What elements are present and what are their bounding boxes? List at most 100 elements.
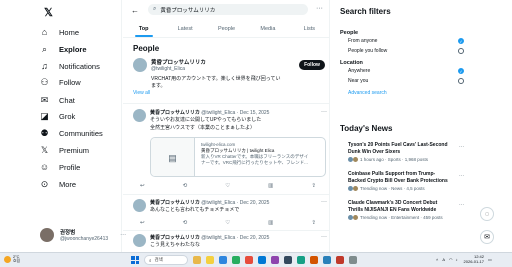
taskbar-app-icon[interactable] bbox=[323, 256, 331, 264]
bell-icon: ♫ bbox=[41, 61, 48, 71]
search-input[interactable]: ⌕ 黄昏プロッサムリリカ bbox=[148, 4, 308, 15]
taskbar-app-icon[interactable] bbox=[349, 256, 357, 264]
post-author[interactable]: 黄昏プロッサムリリカ bbox=[150, 110, 200, 116]
speaker-icon[interactable]: ♪ bbox=[456, 257, 458, 262]
filter-anywhere[interactable]: Anywhere ✓ bbox=[340, 66, 468, 76]
share-icon[interactable]: ⇪ bbox=[311, 183, 316, 189]
nav-explore[interactable]: ⌕ Explore bbox=[39, 42, 87, 56]
tab-lists[interactable]: Lists bbox=[289, 22, 329, 37]
post-handle-date: @twilight_Elica · Dec 15, 2025 bbox=[201, 110, 270, 116]
nav-notifications[interactable]: ♫ Notifications bbox=[39, 59, 100, 73]
repost-icon[interactable]: ⟲ bbox=[183, 220, 188, 226]
tab-media[interactable]: Media bbox=[247, 22, 288, 37]
tab-latest[interactable]: Latest bbox=[164, 22, 205, 37]
tab-people[interactable]: People bbox=[206, 22, 247, 37]
grok-icon[interactable]: ◌ bbox=[480, 207, 494, 221]
share-icon[interactable]: ⇪ bbox=[311, 220, 316, 226]
reply-icon[interactable]: ↩ bbox=[140, 220, 145, 226]
taskbar-app-icon[interactable] bbox=[310, 256, 318, 264]
radio-unchecked-icon[interactable] bbox=[458, 78, 464, 84]
weather-widget[interactable]: 2°C 흐림 bbox=[4, 255, 20, 263]
notification-icon[interactable]: ▭ bbox=[488, 257, 492, 262]
nav-communities[interactable]: ⚉ Communities bbox=[39, 126, 103, 140]
language-indicator[interactable]: A bbox=[442, 257, 445, 262]
search-filters: Search filters People From anyone ✓ Peop… bbox=[340, 7, 468, 96]
reply-icon[interactable]: ↩ bbox=[140, 183, 145, 189]
news-meta: 1 hours ago · Sports · 1,968 posts bbox=[360, 157, 429, 162]
taskbar-app-icon[interactable] bbox=[219, 256, 227, 264]
messages-icon[interactable]: ✉ bbox=[480, 230, 494, 244]
nav-grok[interactable]: ◪ Grok bbox=[39, 109, 75, 123]
link-card[interactable]: ▤ twilight-elica.com 黄昏プロッサムリリカ | twilig… bbox=[150, 137, 326, 177]
more-horizontal-icon[interactable]: ··· bbox=[316, 5, 323, 12]
search-filters-title: Search filters bbox=[340, 7, 391, 16]
view-all-link[interactable]: View all bbox=[133, 90, 150, 96]
nav-chat[interactable]: ✉ Chat bbox=[39, 93, 75, 107]
profile-icon: ☺ bbox=[39, 162, 50, 172]
more-horizontal-icon[interactable]: ··· bbox=[321, 199, 327, 205]
more-horizontal-icon[interactable]: ··· bbox=[459, 173, 464, 179]
filter-people-you-follow[interactable]: People you follow bbox=[340, 46, 468, 56]
account-name: 권정범 bbox=[60, 230, 76, 236]
radio-unchecked-icon[interactable] bbox=[458, 48, 464, 54]
views-icon[interactable]: ▥ bbox=[268, 183, 273, 189]
taskbar-app-icon[interactable] bbox=[206, 256, 214, 264]
nav-communities-label: Communities bbox=[59, 128, 103, 138]
nav-profile-label: Profile bbox=[59, 162, 81, 172]
clock[interactable]: 12:42 2026-01-17 bbox=[464, 254, 484, 264]
radio-checked-icon[interactable]: ✓ bbox=[458, 38, 464, 44]
taskbar-app-icon[interactable] bbox=[258, 256, 266, 264]
windows-start-icon[interactable] bbox=[131, 256, 139, 264]
people-heading: People bbox=[133, 44, 160, 53]
nav-profile[interactable]: ☺ Profile bbox=[39, 160, 80, 174]
nav-home[interactable]: ⌂ Home bbox=[39, 25, 79, 39]
nav-notifications-label: Notifications bbox=[59, 61, 100, 71]
filter-near-you[interactable]: Near you bbox=[340, 76, 468, 86]
post-author[interactable]: 黄昏プロッサムリリカ bbox=[150, 235, 200, 241]
left-navigation: 𝕏 ⌂ Home ⌕ Explore ♫ Notifications ⚇ Fol… bbox=[0, 0, 126, 252]
post-author[interactable]: 黄昏プロッサムリリカ bbox=[150, 200, 200, 206]
taskbar-app-icon[interactable] bbox=[193, 256, 201, 264]
taskbar-app-icon[interactable] bbox=[232, 256, 240, 264]
avatar[interactable] bbox=[133, 58, 147, 72]
taskbar-app-icon[interactable] bbox=[284, 256, 292, 264]
follow-button[interactable]: Follow bbox=[299, 60, 325, 70]
repost-icon[interactable]: ⟲ bbox=[183, 183, 188, 189]
search-query: 黄昏プロッサムリリカ bbox=[160, 7, 216, 14]
like-icon[interactable]: ♡ bbox=[225, 183, 230, 189]
advanced-search-link[interactable]: Advanced search bbox=[340, 90, 468, 96]
more-horizontal-icon[interactable]: ··· bbox=[459, 202, 464, 208]
news-item[interactable]: Tyson's 20 Points Fuel Cavs' Last-Second… bbox=[340, 142, 468, 162]
taskbar-search[interactable]: ⌕ 검색 bbox=[144, 255, 188, 265]
like-icon[interactable]: ♡ bbox=[225, 220, 230, 226]
news-item[interactable]: Coinbase Pulls Support from Trump-Backed… bbox=[340, 171, 468, 191]
more-horizontal-icon[interactable]: ··· bbox=[321, 109, 327, 115]
more-horizontal-icon[interactable]: ··· bbox=[459, 144, 464, 150]
x-logo[interactable]: 𝕏 bbox=[44, 6, 53, 19]
nav-premium[interactable]: 𝕏 Premium bbox=[39, 143, 89, 157]
avatar[interactable] bbox=[133, 109, 146, 122]
chevron-up-icon[interactable]: ˄ bbox=[436, 257, 438, 262]
taskbar-app-icon[interactable] bbox=[297, 256, 305, 264]
tab-top[interactable]: Top bbox=[123, 22, 164, 37]
wifi-icon[interactable]: ◠ bbox=[449, 257, 453, 262]
back-arrow-icon[interactable]: ← bbox=[131, 6, 139, 15]
more-horizontal-icon[interactable]: ··· bbox=[321, 234, 327, 240]
divider bbox=[123, 103, 329, 104]
post-text-line: あんなことも言われてもチョメチョメで bbox=[150, 207, 240, 213]
weather-label: 흐림 bbox=[13, 259, 20, 264]
nav-more[interactable]: ⊙ More bbox=[39, 177, 76, 191]
nav-follow[interactable]: ⚇ Follow bbox=[39, 75, 80, 89]
avatar[interactable] bbox=[133, 234, 146, 247]
news-title: Tyson's 20 Points Fuel Cavs' Last-Second… bbox=[348, 142, 448, 155]
taskbar-app-icon[interactable] bbox=[336, 256, 344, 264]
filter-from-anyone[interactable]: From anyone ✓ bbox=[340, 36, 468, 46]
follow-icon: ⚇ bbox=[40, 76, 49, 87]
radio-checked-icon[interactable]: ✓ bbox=[458, 68, 464, 74]
account-switcher[interactable]: 권정범 @jwoonchanye26413 ··· bbox=[40, 228, 126, 242]
avatar[interactable] bbox=[133, 199, 146, 212]
taskbar-app-icon[interactable] bbox=[271, 256, 279, 264]
taskbar-app-icon[interactable] bbox=[245, 256, 253, 264]
views-icon[interactable]: ▥ bbox=[268, 220, 273, 226]
news-item[interactable]: Claude Clawmark's 3D Concert Debut Thril… bbox=[340, 200, 468, 220]
